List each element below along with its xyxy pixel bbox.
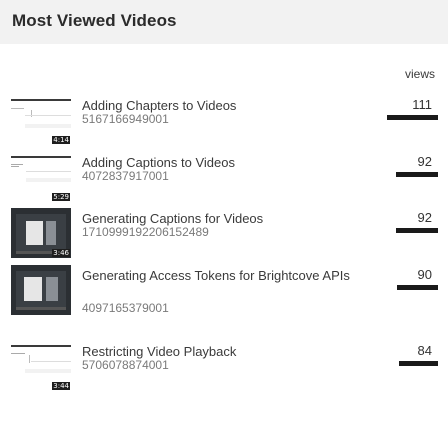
video-views: 92 [378,210,438,233]
widget-title: Most Viewed Videos [12,11,177,30]
views-bar [395,228,438,233]
video-thumbnail[interactable]: 3:46 [11,208,71,258]
video-id: 4072837917001 [82,169,169,183]
widget-header: Most Viewed Videos [0,0,448,44]
views-count: 92 [417,154,432,169]
video-thumbnail[interactable] [11,265,71,315]
video-views: 111 [378,97,438,120]
video-row[interactable]: 4:14 Adding Chapters to Videos 516716694… [0,95,448,151]
video-title-link[interactable]: Restricting Video Playback [82,344,372,359]
video-id: 4097165379001 [82,301,169,315]
video-row[interactable]: 3:46 Generating Captions for Videos 1710… [0,208,448,264]
views-bar [399,361,438,366]
video-views: 90 [378,267,438,290]
views-column-header: views [404,67,435,81]
video-id: 5706078874001 [82,358,169,372]
video-title-link[interactable]: Adding Captions to Videos [82,155,372,170]
video-row[interactable]: 5:29 Adding Captions to Videos 407283791… [0,152,448,208]
video-duration: 3:46 [52,249,70,257]
video-duration: 3:44 [52,382,70,390]
views-count: 92 [417,210,432,225]
video-title-link[interactable]: Generating Access Tokens for Brightcove … [82,268,372,283]
video-row[interactable]: Generating Access Tokens for Brightcove … [0,265,448,321]
video-views: 92 [378,154,438,177]
video-id: 5167166949001 [82,112,169,126]
video-thumbnail[interactable]: 3:44 [11,341,71,391]
video-title-link[interactable]: Generating Captions for Videos [82,211,372,226]
video-duration: 4:14 [52,136,70,144]
video-row[interactable]: 3:44 Restricting Video Playback 57060788… [0,341,448,397]
video-thumbnail[interactable]: 4:14 [11,95,71,145]
thumbnail-image [11,265,71,315]
views-count: 84 [417,343,432,358]
video-id: 1710999192206152489 [82,225,209,239]
video-duration: 5:29 [52,193,70,201]
video-thumbnail[interactable]: 5:29 [11,152,71,202]
views-bar [387,115,438,120]
views-count: 111 [412,97,432,112]
views-bar [395,172,438,177]
video-views: 84 [378,343,438,366]
views-count: 90 [417,267,432,282]
views-bar [396,285,438,290]
video-title-link[interactable]: Adding Chapters to Videos [82,98,372,113]
